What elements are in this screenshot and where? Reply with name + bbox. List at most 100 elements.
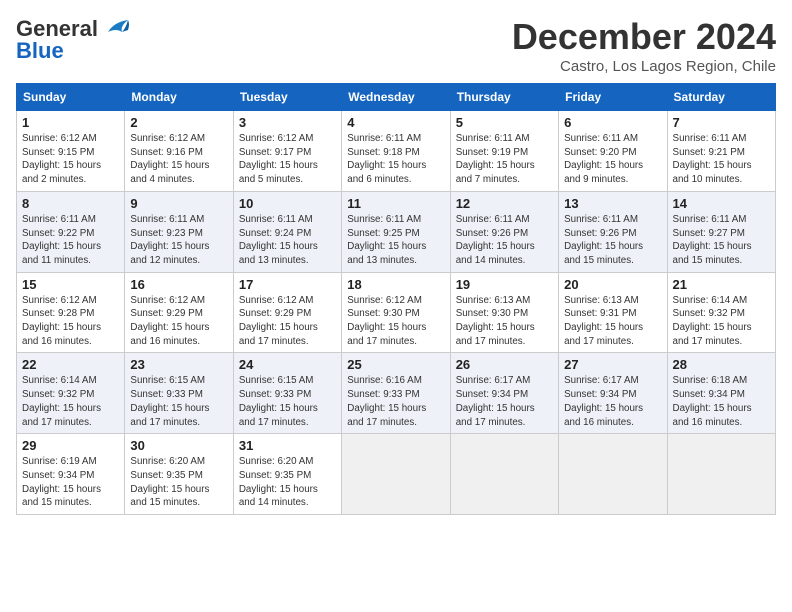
page-header: General Blue December 2024 Castro, Los L… [16,16,776,75]
day-number: 14 [673,196,770,211]
day-info: Sunrise: 6:20 AMSunset: 9:35 PMDaylight:… [239,456,318,508]
month-title: December 2024 [512,16,776,58]
day-number: 22 [22,357,119,372]
day-number: 1 [22,115,119,130]
table-row [559,434,667,515]
calendar-week-row: 29 Sunrise: 6:19 AMSunset: 9:34 PMDaylig… [17,434,776,515]
day-info: Sunrise: 6:13 AMSunset: 9:30 PMDaylight:… [456,295,535,347]
day-number: 26 [456,357,553,372]
table-row: 29 Sunrise: 6:19 AMSunset: 9:34 PMDaylig… [17,434,125,515]
day-number: 8 [22,196,119,211]
header-saturday: Saturday [667,84,775,111]
day-info: Sunrise: 6:19 AMSunset: 9:34 PMDaylight:… [22,456,101,508]
header-thursday: Thursday [450,84,558,111]
day-info: Sunrise: 6:11 AMSunset: 9:25 PMDaylight:… [347,214,426,266]
day-number: 18 [347,277,444,292]
day-number: 27 [564,357,661,372]
day-info: Sunrise: 6:14 AMSunset: 9:32 PMDaylight:… [673,295,752,347]
calendar-table: Sunday Monday Tuesday Wednesday Thursday… [16,83,776,515]
table-row: 22 Sunrise: 6:14 AMSunset: 9:32 PMDaylig… [17,353,125,434]
day-number: 31 [239,438,336,453]
table-row: 2 Sunrise: 6:12 AMSunset: 9:16 PMDayligh… [125,111,233,192]
table-row: 3 Sunrise: 6:12 AMSunset: 9:17 PMDayligh… [233,111,341,192]
table-row: 15 Sunrise: 6:12 AMSunset: 9:28 PMDaylig… [17,272,125,353]
table-row: 5 Sunrise: 6:11 AMSunset: 9:19 PMDayligh… [450,111,558,192]
day-number: 16 [130,277,227,292]
table-row: 24 Sunrise: 6:15 AMSunset: 9:33 PMDaylig… [233,353,341,434]
table-row: 6 Sunrise: 6:11 AMSunset: 9:20 PMDayligh… [559,111,667,192]
logo-bird-icon [100,18,130,40]
calendar-week-row: 15 Sunrise: 6:12 AMSunset: 9:28 PMDaylig… [17,272,776,353]
calendar-header-row: Sunday Monday Tuesday Wednesday Thursday… [17,84,776,111]
day-info: Sunrise: 6:12 AMSunset: 9:28 PMDaylight:… [22,295,101,347]
logo: General Blue [16,16,130,64]
table-row: 10 Sunrise: 6:11 AMSunset: 9:24 PMDaylig… [233,191,341,272]
calendar-week-row: 22 Sunrise: 6:14 AMSunset: 9:32 PMDaylig… [17,353,776,434]
day-number: 13 [564,196,661,211]
table-row: 7 Sunrise: 6:11 AMSunset: 9:21 PMDayligh… [667,111,775,192]
logo-blue: Blue [16,38,64,64]
day-number: 30 [130,438,227,453]
day-number: 20 [564,277,661,292]
table-row: 18 Sunrise: 6:12 AMSunset: 9:30 PMDaylig… [342,272,450,353]
day-number: 12 [456,196,553,211]
day-info: Sunrise: 6:11 AMSunset: 9:26 PMDaylight:… [564,214,643,266]
calendar-week-row: 1 Sunrise: 6:12 AMSunset: 9:15 PMDayligh… [17,111,776,192]
day-info: Sunrise: 6:11 AMSunset: 9:18 PMDaylight:… [347,133,426,185]
day-number: 15 [22,277,119,292]
header-monday: Monday [125,84,233,111]
day-number: 28 [673,357,770,372]
day-info: Sunrise: 6:11 AMSunset: 9:23 PMDaylight:… [130,214,209,266]
table-row: 1 Sunrise: 6:12 AMSunset: 9:15 PMDayligh… [17,111,125,192]
day-info: Sunrise: 6:16 AMSunset: 9:33 PMDaylight:… [347,375,426,427]
day-info: Sunrise: 6:20 AMSunset: 9:35 PMDaylight:… [130,456,209,508]
day-number: 21 [673,277,770,292]
day-info: Sunrise: 6:11 AMSunset: 9:26 PMDaylight:… [456,214,535,266]
location-subtitle: Castro, Los Lagos Region, Chile [512,58,776,75]
table-row: 19 Sunrise: 6:13 AMSunset: 9:30 PMDaylig… [450,272,558,353]
table-row: 30 Sunrise: 6:20 AMSunset: 9:35 PMDaylig… [125,434,233,515]
day-info: Sunrise: 6:11 AMSunset: 9:19 PMDaylight:… [456,133,535,185]
table-row: 8 Sunrise: 6:11 AMSunset: 9:22 PMDayligh… [17,191,125,272]
day-info: Sunrise: 6:14 AMSunset: 9:32 PMDaylight:… [22,375,101,427]
day-info: Sunrise: 6:11 AMSunset: 9:24 PMDaylight:… [239,214,318,266]
day-info: Sunrise: 6:11 AMSunset: 9:21 PMDaylight:… [673,133,752,185]
day-number: 3 [239,115,336,130]
table-row [342,434,450,515]
day-number: 4 [347,115,444,130]
day-info: Sunrise: 6:12 AMSunset: 9:15 PMDaylight:… [22,133,101,185]
day-number: 25 [347,357,444,372]
table-row: 17 Sunrise: 6:12 AMSunset: 9:29 PMDaylig… [233,272,341,353]
day-info: Sunrise: 6:12 AMSunset: 9:16 PMDaylight:… [130,133,209,185]
table-row: 20 Sunrise: 6:13 AMSunset: 9:31 PMDaylig… [559,272,667,353]
day-info: Sunrise: 6:11 AMSunset: 9:27 PMDaylight:… [673,214,752,266]
day-info: Sunrise: 6:18 AMSunset: 9:34 PMDaylight:… [673,375,752,427]
day-number: 23 [130,357,227,372]
header-tuesday: Tuesday [233,84,341,111]
table-row: 11 Sunrise: 6:11 AMSunset: 9:25 PMDaylig… [342,191,450,272]
title-block: December 2024 Castro, Los Lagos Region, … [512,16,776,75]
day-number: 5 [456,115,553,130]
table-row: 4 Sunrise: 6:11 AMSunset: 9:18 PMDayligh… [342,111,450,192]
table-row: 13 Sunrise: 6:11 AMSunset: 9:26 PMDaylig… [559,191,667,272]
day-number: 6 [564,115,661,130]
day-number: 9 [130,196,227,211]
table-row: 28 Sunrise: 6:18 AMSunset: 9:34 PMDaylig… [667,353,775,434]
table-row: 25 Sunrise: 6:16 AMSunset: 9:33 PMDaylig… [342,353,450,434]
day-number: 7 [673,115,770,130]
table-row: 12 Sunrise: 6:11 AMSunset: 9:26 PMDaylig… [450,191,558,272]
day-info: Sunrise: 6:12 AMSunset: 9:29 PMDaylight:… [130,295,209,347]
day-info: Sunrise: 6:12 AMSunset: 9:29 PMDaylight:… [239,295,318,347]
day-number: 2 [130,115,227,130]
table-row [450,434,558,515]
day-info: Sunrise: 6:12 AMSunset: 9:17 PMDaylight:… [239,133,318,185]
header-sunday: Sunday [17,84,125,111]
day-number: 10 [239,196,336,211]
table-row: 16 Sunrise: 6:12 AMSunset: 9:29 PMDaylig… [125,272,233,353]
table-row: 31 Sunrise: 6:20 AMSunset: 9:35 PMDaylig… [233,434,341,515]
day-number: 29 [22,438,119,453]
day-number: 19 [456,277,553,292]
header-wednesday: Wednesday [342,84,450,111]
table-row: 23 Sunrise: 6:15 AMSunset: 9:33 PMDaylig… [125,353,233,434]
table-row: 14 Sunrise: 6:11 AMSunset: 9:27 PMDaylig… [667,191,775,272]
